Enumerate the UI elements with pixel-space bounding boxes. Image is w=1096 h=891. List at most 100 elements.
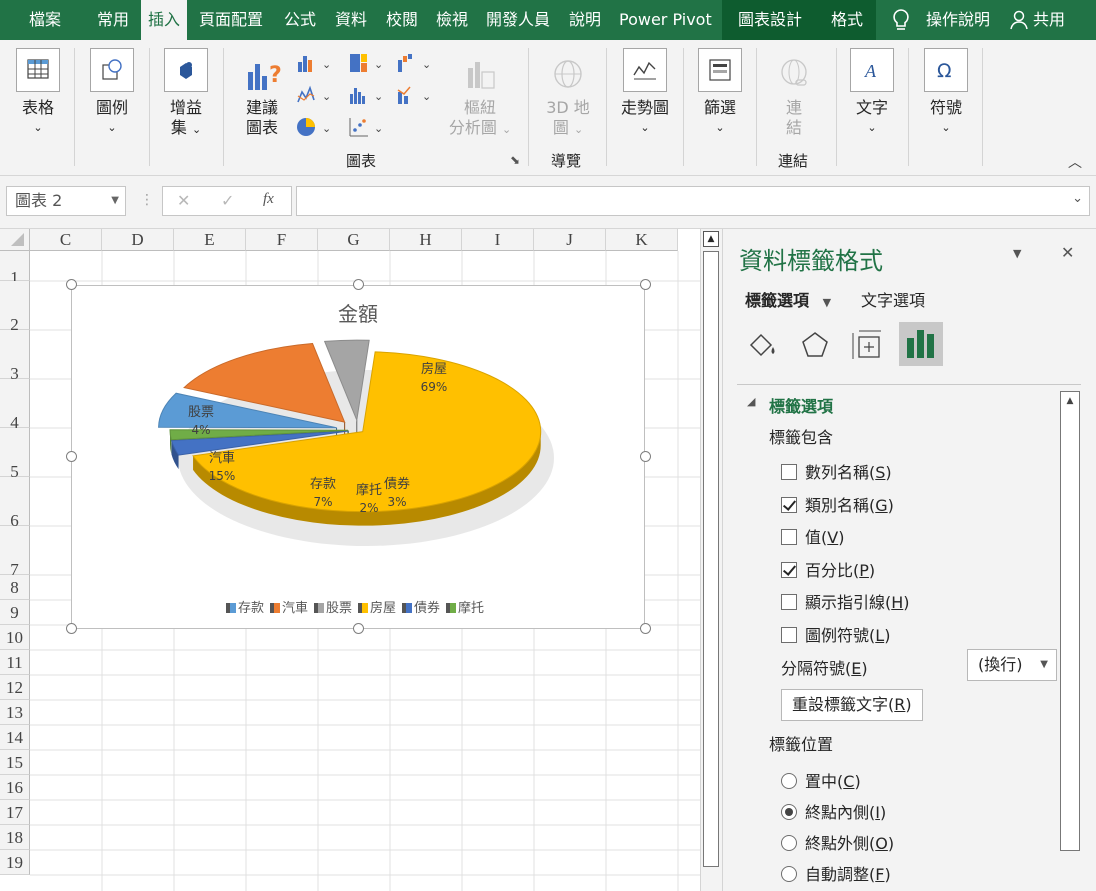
select-all-corner[interactable] (0, 229, 30, 251)
row-header-12[interactable]: 12 (0, 675, 30, 700)
row-header-4[interactable]: 4 (0, 379, 30, 432)
resize-handle[interactable] (353, 623, 364, 634)
checkbox-box[interactable] (781, 529, 797, 545)
column-header-c[interactable]: C (30, 229, 102, 251)
column-header-e[interactable]: E (174, 229, 246, 251)
tab-label-options[interactable]: 標籤選項 ▼ (745, 287, 831, 311)
data-label-name[interactable]: 摩托 (356, 482, 382, 498)
row-header-5[interactable]: 5 (0, 428, 30, 481)
data-label-percent[interactable]: 3% (387, 495, 406, 509)
checkbox-3[interactable]: 值(V) (781, 524, 844, 548)
collapse-section-icon[interactable]: ◢ (747, 395, 755, 408)
cancel-icon[interactable]: ✕ (177, 191, 190, 210)
checkbox-box[interactable] (781, 561, 797, 578)
scatter-chart-icon[interactable]: ⌄ (348, 116, 384, 142)
data-label-name[interactable]: 房屋 (421, 361, 447, 377)
resize-handle[interactable] (640, 451, 651, 462)
scroll-up-icon[interactable]: ▲ (1062, 393, 1078, 409)
dropdown-arrow-icon[interactable]: ▼ (111, 187, 119, 215)
row-header-6[interactable]: 6 (0, 477, 30, 530)
resize-handle[interactable] (66, 279, 77, 290)
name-box[interactable]: 圖表 2 ▼ (6, 186, 126, 216)
checkbox-2[interactable]: 類別名稱(G) (781, 492, 894, 516)
row-header-7[interactable]: 7 (0, 526, 30, 579)
line-chart-icon[interactable]: ⌄ (296, 84, 332, 110)
row-header-10[interactable]: 10 (0, 625, 30, 650)
data-label-percent[interactable]: 7% (313, 495, 332, 509)
table-button[interactable]: 表格 ⌄ (14, 48, 62, 138)
radio-3[interactable]: 終點外側(O) (781, 830, 894, 854)
radio-4[interactable]: 自動調整(F) (781, 861, 891, 885)
radio-1[interactable]: 置中(C) (781, 768, 861, 792)
checkbox-box[interactable] (781, 626, 797, 643)
row-header-14[interactable]: 14 (0, 725, 30, 750)
row-header-17[interactable]: 17 (0, 800, 30, 825)
tab-review[interactable]: 校閱 (386, 0, 418, 40)
radio-2[interactable]: 終點內側(I) (781, 799, 886, 823)
close-icon[interactable]: ✕ (1061, 243, 1074, 262)
filters-button[interactable]: 篩選 ⌄ (696, 48, 744, 138)
radio-button[interactable] (781, 804, 797, 820)
vertical-scrollbar[interactable]: ▲ (700, 229, 722, 891)
share-button[interactable]: 共用 (1033, 0, 1065, 40)
size-properties-icon[interactable] (847, 325, 887, 365)
collapse-ribbon-icon[interactable]: ︿ (1068, 152, 1082, 172)
pie-plot-area[interactable]: 房屋 69% 股票 4% 汽車 15% 存款 7% 摩托 2% 債券 3% (72, 286, 644, 628)
reset-label-text-button[interactable]: 重設標籤文字(R) (781, 689, 923, 721)
data-label-percent[interactable]: 69% (421, 380, 448, 394)
chart-legend[interactable]: 存款 汽車 股票 房屋 債券 摩托 (72, 597, 644, 616)
checkbox-box[interactable] (781, 464, 797, 480)
resize-handle[interactable] (640, 279, 651, 290)
row-header-18[interactable]: 18 (0, 825, 30, 850)
tab-help[interactable]: 說明 (569, 0, 601, 40)
resize-handle[interactable] (66, 623, 77, 634)
checkbox-box[interactable] (781, 594, 797, 610)
statistic-chart-icon[interactable]: ⌄ (348, 84, 384, 110)
legend-item[interactable]: 債券 (402, 601, 440, 616)
insert-function-icon[interactable]: fx (263, 191, 274, 208)
row-header-13[interactable]: 13 (0, 700, 30, 725)
radio-button[interactable] (781, 773, 797, 789)
tab-data[interactable]: 資料 (335, 0, 367, 40)
scroll-thumb[interactable] (703, 251, 719, 867)
fill-line-icon[interactable] (743, 325, 783, 365)
data-label-percent[interactable]: 4% (191, 423, 210, 437)
legend-item[interactable]: 房屋 (358, 601, 396, 616)
pivot-chart-button[interactable]: 樞紐 分析圖 ⌄ (446, 54, 514, 140)
data-label-name[interactable]: 債券 (384, 476, 410, 492)
formula-input[interactable]: ⌄ (296, 186, 1090, 216)
resize-handle[interactable] (66, 451, 77, 462)
row-header-2[interactable]: 2 (0, 281, 30, 334)
scroll-up-icon[interactable]: ▲ (703, 231, 719, 247)
resize-handle[interactable] (640, 623, 651, 634)
3d-map-button[interactable]: 3D 地 圖 ⌄ (540, 54, 596, 140)
separator-dropdown[interactable]: (換行) ▼ (967, 649, 1057, 681)
checkbox-1[interactable]: 數列名稱(S) (781, 459, 892, 483)
dropdown-arrow-icon[interactable]: ▼ (1040, 650, 1048, 680)
tab-page-layout[interactable]: 頁面配置 (199, 0, 263, 40)
effects-icon[interactable] (795, 325, 835, 365)
symbols-button[interactable]: Ω 符號 ⌄ (922, 48, 970, 138)
checkbox-5[interactable]: 顯示指引線(H) (781, 589, 910, 613)
pie-chart-icon[interactable]: ⌄ (296, 116, 332, 142)
pane-scroll-track[interactable]: ▲ (1060, 391, 1080, 851)
tab-format[interactable]: 格式 (818, 0, 876, 40)
data-label-percent[interactable]: 2% (359, 501, 378, 515)
tab-home[interactable]: 常用 (97, 0, 129, 40)
column-header-j[interactable]: J (534, 229, 606, 251)
tab-text-options[interactable]: 文字選項 (861, 287, 925, 311)
link-button[interactable]: 連 結 (772, 54, 816, 138)
tab-view[interactable]: 檢視 (436, 0, 468, 40)
column-header-i[interactable]: I (462, 229, 534, 251)
pie-chart[interactable]: 金額 房屋 69% 股票 4% 汽車 15% 存款 7% 摩托 2% 債券 3% 存款 汽車 股票 房屋 債券… (71, 285, 645, 629)
row-header-19[interactable]: 19 (0, 850, 30, 875)
text-button[interactable]: A 文字 ⌄ (848, 48, 896, 138)
data-label-name[interactable]: 汽車 (209, 451, 235, 466)
tab-developer[interactable]: 開發人員 (486, 0, 550, 40)
sparklines-button[interactable]: 走勢圖 ⌄ (617, 48, 673, 138)
legend-item[interactable]: 摩托 (446, 601, 484, 616)
row-header-8[interactable]: 8 (0, 575, 30, 600)
column-header-k[interactable]: K (606, 229, 678, 251)
row-header-1[interactable]: 1 (0, 251, 30, 287)
row-header-15[interactable]: 15 (0, 750, 30, 775)
